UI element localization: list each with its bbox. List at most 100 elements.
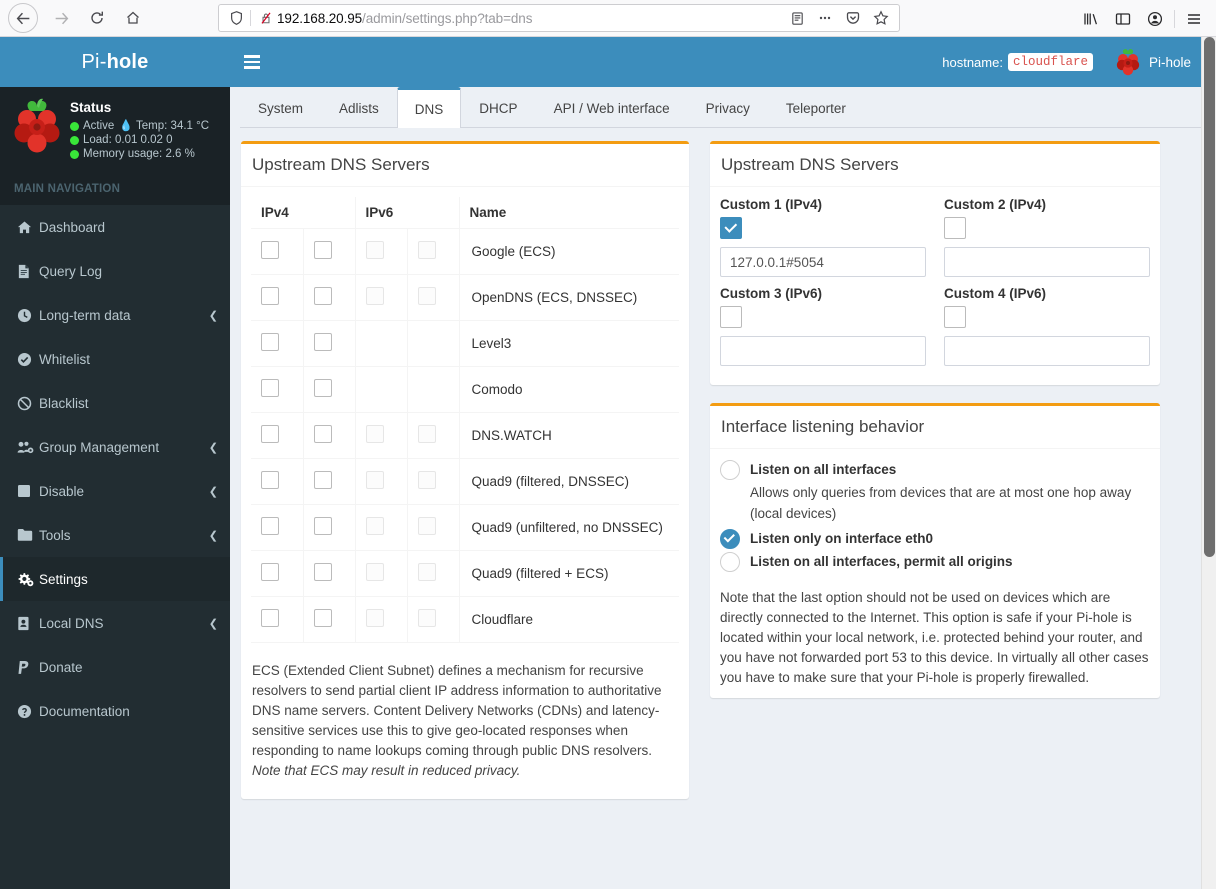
custom-dns-label: Custom 2 (IPv4) [944,197,1047,212]
tab-dns[interactable]: DNS [396,87,462,128]
forward-button[interactable] [44,3,78,33]
top-header-right: hostname: cloudflare Pi-hole [942,48,1191,76]
ipv4-primary-checkbox[interactable] [261,425,279,443]
interface-option-radio[interactable] [720,552,740,572]
ipv4-secondary-cell [302,458,356,505]
reload-button[interactable] [80,3,114,33]
ipv4-primary-cell [251,366,304,413]
sidebar-item-group-management[interactable]: Group Management ❮ [0,425,230,469]
tab-system[interactable]: System [240,87,321,128]
ipv4-secondary-checkbox[interactable] [313,333,332,351]
ipv4-primary-checkbox[interactable] [261,333,279,351]
tab-adlists[interactable]: Adlists [321,87,397,128]
sidebar-item-blacklist[interactable]: Blacklist [0,381,230,425]
sidebar-item-label: Disable [39,483,85,499]
ipv4-primary-checkbox[interactable] [261,241,279,259]
user-menu[interactable]: Pi-hole [1115,48,1191,76]
custom-upstream-dns-box: Upstream DNS Servers Custom 1 (IPv4)Cust… [710,141,1160,385]
page-scrollbar[interactable] [1201,37,1216,889]
custom-dns-field-4: Custom 4 (IPv6) [935,286,1150,375]
ipv4-primary-cell [251,458,304,505]
reload-icon [89,10,105,26]
custom-dns-grid: Custom 1 (IPv4) Custom 2 (IPv4) Custom 3 (… [720,197,1150,375]
ipv6-secondary-checkbox [417,609,436,627]
custom-dns-enable-checkbox[interactable] [944,306,966,328]
sidebar-item-donate[interactable]: Donate [0,645,230,689]
library-icon[interactable] [1075,4,1107,34]
ipv4-secondary-checkbox[interactable] [313,425,332,443]
sidebar-item-label: Donate [39,659,83,675]
upstream-dns-table: IPv4 IPv6 Name Google (ECS) OpenDNS (ECS,… [251,197,679,643]
chevron-left-icon: ❮ [208,617,218,630]
sidebar-icon[interactable] [1107,4,1139,34]
sidebar-item-query-log[interactable]: Query Log [0,249,230,293]
sidebar-item-local-dns[interactable]: Local DNS ❮ [0,601,230,645]
box-header: Interface listening behavior [710,406,1160,449]
sidebar-item-whitelist[interactable]: Whitelist [0,337,230,381]
status-load-label: Load: 0.01 0.02 0 [83,134,173,146]
interface-option-row[interactable]: Listen on all interfaces [720,459,1150,480]
account-icon[interactable] [1139,4,1171,34]
chevron-left-icon: ❮ [208,529,218,542]
custom-dns-address-input[interactable] [944,247,1150,277]
file-icon [17,264,39,279]
ipv4-secondary-checkbox[interactable] [313,287,332,305]
gears-icon [17,572,39,587]
ipv4-secondary-checkbox[interactable] [313,609,332,627]
ipv4-primary-checkbox[interactable] [261,517,279,535]
bookmark-star-icon[interactable] [867,10,895,26]
page-actions-icon[interactable] [811,10,839,26]
tab-label: Teleporter [785,100,846,116]
reader-view-icon[interactable] [783,11,811,26]
tab-label: Privacy [705,100,750,116]
ipv4-secondary-checkbox[interactable] [313,471,332,489]
interface-option-row[interactable]: Listen on all interfaces, permit all ori… [720,551,1150,572]
toolbar-divider [1174,9,1175,28]
back-button[interactable] [8,3,38,33]
ipv4-secondary-checkbox[interactable] [313,379,332,397]
ipv4-primary-checkbox[interactable] [261,563,279,581]
ipv4-primary-checkbox[interactable] [261,379,279,397]
custom-dns-address-input[interactable] [720,336,926,366]
sidebar-item-label: Dashboard [39,219,106,235]
ipv4-secondary-checkbox[interactable] [313,563,332,581]
pocket-icon[interactable] [839,10,867,26]
hamburger-menu-icon[interactable] [1178,4,1210,34]
ipv4-secondary-checkbox[interactable] [313,241,332,259]
tab-dhcp[interactable]: DHCP [461,87,535,128]
status-dot-icon [70,135,79,145]
hostname-label: hostname: [942,54,1003,70]
tab-label: Adlists [339,100,379,116]
custom-dns-enable-checkbox[interactable] [944,217,966,239]
tab-api-web-interface[interactable]: API / Web interface [536,87,688,128]
custom-dns-address-input[interactable] [720,247,926,277]
sidebar-item-tools[interactable]: Tools ❮ [0,513,230,557]
tab-privacy[interactable]: Privacy [688,87,768,128]
sidebar-toggle-button[interactable] [244,47,274,77]
sidebar-item-dashboard[interactable]: Dashboard [0,205,230,249]
home-button[interactable] [116,3,150,33]
ipv4-primary-checkbox[interactable] [261,609,279,627]
ipv4-primary-checkbox[interactable] [261,471,279,489]
sidebar-item-disable[interactable]: Disable ❮ [0,469,230,513]
tab-teleporter[interactable]: Teleporter [768,87,864,128]
sidebar-item-long-term-data[interactable]: Long-term data ❮ [0,293,230,337]
url-bar[interactable]: 192.168.20.95/admin/settings.php?tab=dns [218,4,900,32]
sidebar-item-documentation[interactable]: Documentation [0,689,230,733]
sidebar-item-settings[interactable]: Settings [0,557,230,601]
interface-option-radio[interactable] [720,529,740,549]
ipv4-secondary-checkbox[interactable] [313,517,332,535]
broken-lock-icon[interactable] [255,10,277,26]
interface-option-row[interactable]: Listen only on interface eth0 [720,528,1150,549]
custom-dns-enable-checkbox[interactable] [720,306,742,328]
ipv4-primary-checkbox[interactable] [261,287,279,305]
brand-logo[interactable]: Pi-hole [0,37,230,87]
custom-dns-address-input[interactable] [944,336,1150,366]
page-scrollbar-thumb[interactable] [1204,37,1215,557]
shield-icon[interactable] [223,10,249,26]
column-header-ipv6: IPv6 [355,197,460,229]
interface-note: Note that the last option should not be … [720,590,1149,685]
interface-option-radio[interactable] [720,460,740,480]
chevron-left-icon: ❮ [208,485,218,498]
custom-dns-enable-checkbox[interactable] [720,217,742,239]
